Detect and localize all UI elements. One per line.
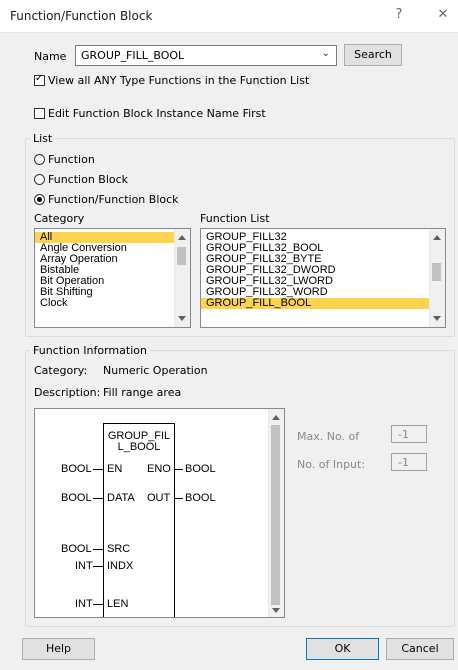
scroll-thumb[interactable] <box>177 247 186 265</box>
info-description-label: Description: <box>34 386 101 399</box>
radio-function-block-label: Function Block <box>48 173 129 186</box>
max-no-label: Max. No. of <box>297 430 360 443</box>
pin-src: SRC <box>107 543 131 555</box>
scroll-down-arrow-icon[interactable] <box>272 608 280 613</box>
pin-len: LEN <box>107 598 129 610</box>
ok-button[interactable]: OK <box>306 638 379 660</box>
cancel-button[interactable]: Cancel <box>386 638 454 660</box>
no-input-field: -1 <box>391 453 427 471</box>
category-label: Category <box>34 212 85 225</box>
list-item[interactable]: Clock <box>35 298 175 309</box>
input-type-en: BOOL <box>61 463 92 475</box>
max-no-field: -1 <box>391 425 427 443</box>
pin-eno: ENO <box>147 463 171 475</box>
function-info-legend: Function Information <box>30 344 150 357</box>
output-type-out: BOOL <box>185 492 216 504</box>
function-list-label: Function List <box>200 212 270 225</box>
name-combobox[interactable]: GROUP_FILL_BOOL ⌄ <box>75 45 337 66</box>
pin-data: DATA <box>107 492 135 504</box>
diagram-scrollbar[interactable] <box>268 409 284 617</box>
checkmark-icon: ✓ <box>35 73 44 84</box>
pin-line <box>93 469 103 470</box>
pin-line <box>93 566 103 567</box>
name-value: GROUP_FILL_BOOL <box>81 49 185 62</box>
edit-first-checkbox[interactable] <box>34 108 45 119</box>
search-button[interactable]: Search <box>344 44 402 66</box>
scroll-thumb[interactable] <box>271 425 280 605</box>
pin-line <box>175 498 183 499</box>
scroll-up-arrow-icon[interactable] <box>178 235 186 240</box>
scroll-down-arrow-icon[interactable] <box>178 316 186 321</box>
radio-function-function-block-label: Function/Function Block <box>48 193 179 206</box>
scroll-down-arrow-icon[interactable] <box>433 316 441 321</box>
block-diagram-pane: GROUP_FIL L_BOOL BOOL EN ENO BOOL BOOL D… <box>34 408 285 618</box>
block-name-line2: L_BOOL <box>117 441 161 453</box>
radio-function-function-block[interactable] <box>34 194 45 205</box>
help-button[interactable]: Help <box>22 638 95 660</box>
window-title: Function/Function Block <box>10 9 153 23</box>
radio-function[interactable] <box>34 154 45 165</box>
function-items: GROUP_FILL32 GROUP_FILL32_BOOL GROUP_FIL… <box>201 232 430 309</box>
chevron-down-icon[interactable]: ⌄ <box>322 48 330 59</box>
list-item[interactable]: GROUP_FILL_BOOL <box>201 298 430 309</box>
scroll-up-arrow-icon[interactable] <box>272 415 280 420</box>
category-scrollbar[interactable] <box>174 229 190 327</box>
view-all-checkbox[interactable]: ✓ <box>34 73 45 86</box>
scroll-up-arrow-icon[interactable] <box>433 235 441 240</box>
function-listbox[interactable]: GROUP_FILL32 GROUP_FILL32_BOOL GROUP_FIL… <box>200 228 446 328</box>
radio-function-label: Function <box>48 153 95 166</box>
radio-function-block[interactable] <box>34 174 45 185</box>
pin-line <box>93 604 103 605</box>
pin-out: OUT <box>147 492 171 504</box>
category-listbox[interactable]: All Angle Conversion Array Operation Bis… <box>34 228 191 328</box>
pin-line <box>93 549 103 550</box>
pin-line <box>175 469 183 470</box>
info-description-value: Fill range area <box>103 386 182 399</box>
output-type-eno: BOOL <box>185 463 216 475</box>
pin-en: EN <box>107 463 123 475</box>
view-all-label: View all ANY Type Functions in the Funct… <box>48 74 310 87</box>
function-scrollbar[interactable] <box>429 229 445 327</box>
help-icon[interactable]: ? <box>388 6 410 24</box>
input-type-len: INT <box>75 598 93 610</box>
pin-line <box>93 498 103 499</box>
list-legend: List <box>30 132 56 145</box>
pin-indx: INDX <box>107 560 134 572</box>
close-icon[interactable]: ✕ <box>432 6 454 24</box>
info-category-value: Numeric Operation <box>103 364 208 377</box>
no-input-label: No. of Input: <box>297 458 366 471</box>
scroll-thumb[interactable] <box>432 263 441 281</box>
name-label: Name <box>34 50 67 63</box>
title-bar: Function/Function Block ? ✕ <box>0 0 458 33</box>
edit-first-label: Edit Function Block Instance Name First <box>48 107 266 120</box>
category-items: All Angle Conversion Array Operation Bis… <box>35 232 175 309</box>
input-type-src: BOOL <box>61 543 92 555</box>
input-type-indx: INT <box>75 560 93 572</box>
info-category-label: Category: <box>34 364 88 377</box>
input-type-data: BOOL <box>61 492 92 504</box>
